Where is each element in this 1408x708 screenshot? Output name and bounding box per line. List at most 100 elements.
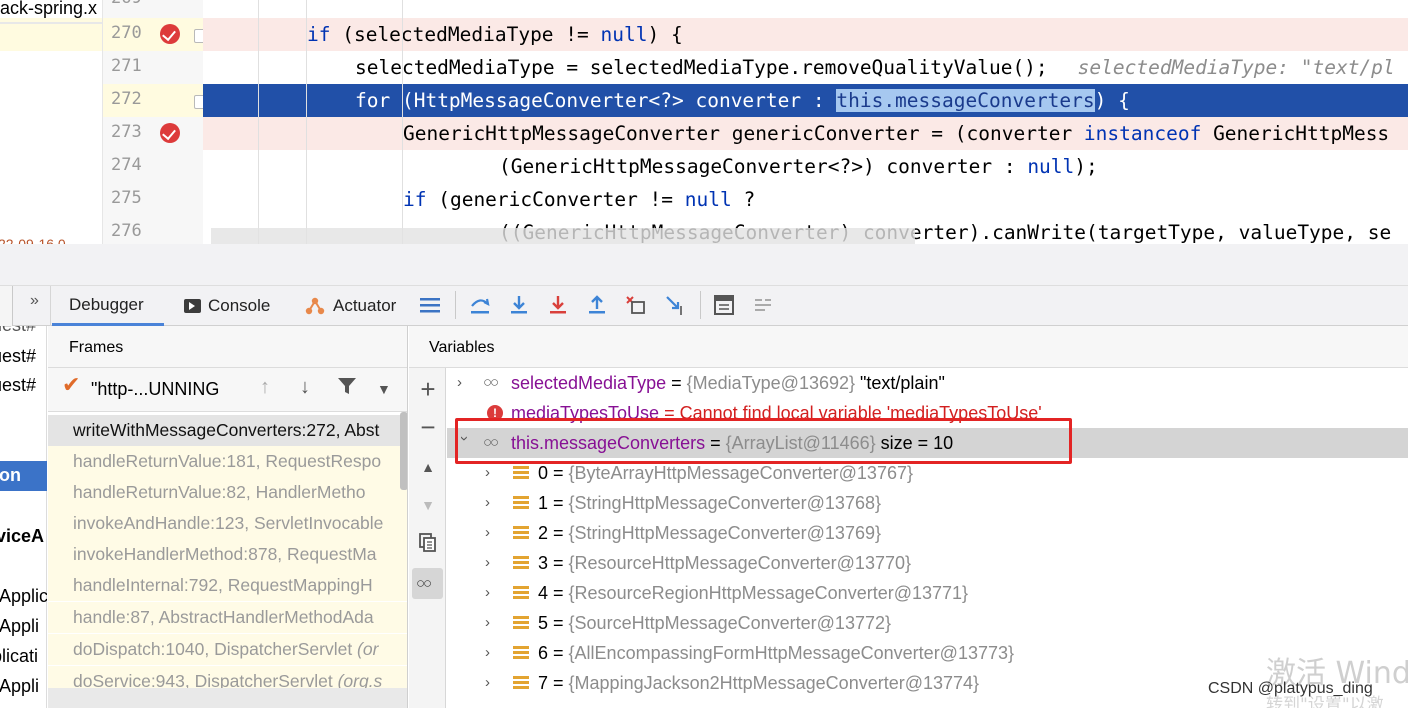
frames-scrollbar[interactable] <box>400 412 407 490</box>
project-item[interactable]: uest# <box>0 326 36 336</box>
run-to-cursor-icon[interactable] <box>664 294 686 316</box>
more-tabs-button[interactable]: » <box>30 292 39 310</box>
frames-horizontal-scrollbar[interactable] <box>48 688 407 708</box>
evaluate-expression-icon[interactable] <box>713 294 735 316</box>
code-line-273[interactable]: GenericHttpMessageConverter genericConve… <box>203 117 1408 150</box>
step-out-icon[interactable] <box>586 294 608 316</box>
project-item[interactable]: plicati <box>0 646 47 667</box>
frame-row[interactable]: handle:87, AbstractHandlerMethodAda <box>48 602 407 633</box>
list-element-row[interactable]: › 4 = {ResourceRegionHttpMessageConverter… <box>447 578 1408 608</box>
list-element-row[interactable]: › 3 = {ResourceHttpMessageConverter@13770… <box>447 548 1408 578</box>
tab-console[interactable]: Console <box>184 286 270 326</box>
chevron-right-icon[interactable]: › <box>485 668 499 698</box>
frame-row[interactable]: invokeAndHandle:123, ServletInvocable <box>48 508 407 539</box>
code-line-275[interactable]: if (genericConverter != null ? <box>203 183 1408 216</box>
force-step-into-icon[interactable] <box>547 294 569 316</box>
element-type: {ByteArrayHttpMessageConverter@13767} <box>568 463 913 483</box>
arrow-up-icon[interactable]: ↑ <box>260 376 270 399</box>
chevron-right-icon[interactable]: › <box>485 608 499 638</box>
keyword: if <box>307 23 331 46</box>
gutter-row: 271 <box>103 51 203 84</box>
drop-frame-icon[interactable] <box>625 294 647 316</box>
gutter-row: 270 <box>103 18 203 51</box>
field-icon <box>513 616 529 631</box>
remove-watch-icon[interactable]: − <box>417 412 439 442</box>
line-number: 275 <box>111 188 142 208</box>
code-line-271[interactable]: selectedMediaType = selectedMediaType.re… <box>203 51 1408 84</box>
variable-row[interactable]: › ○○ selectedMediaType = {MediaType@1369… <box>447 368 1408 398</box>
frames-header: Frames <box>48 326 407 368</box>
line-number: 276 <box>111 221 142 241</box>
frame-row-current[interactable]: writeWithMessageConverters:272, Abst <box>48 415 407 446</box>
toolbar-separator <box>455 291 456 319</box>
chevron-right-icon[interactable]: › <box>457 368 471 398</box>
move-down-icon[interactable]: ▼ <box>417 494 439 516</box>
arrow-down-icon[interactable]: ↓ <box>300 376 310 399</box>
project-item[interactable]: uest# <box>0 375 36 396</box>
field-icon <box>513 556 529 571</box>
project-item[interactable]: Appli <box>0 616 47 637</box>
project-item[interactable]: Applic <box>0 586 47 607</box>
project-item[interactable]: on <box>0 465 21 486</box>
fold-icon[interactable] <box>194 29 203 43</box>
chevron-down-icon[interactable]: ▼ <box>377 381 391 397</box>
frame-row[interactable]: invokeHandlerMethod:878, RequestMa <box>48 539 407 570</box>
check-icon: ✔ <box>62 372 81 397</box>
frame-row[interactable]: handleReturnValue:82, HandlerMetho <box>48 477 407 508</box>
keyword: null <box>1027 155 1075 178</box>
chevron-right-icon[interactable]: › <box>485 548 499 578</box>
code-line-270[interactable]: if (selectedMediaType != null) { <box>203 18 1408 51</box>
variable-eq: = <box>548 463 569 483</box>
element-index: 7 <box>538 673 549 693</box>
project-item[interactable]: uest# <box>0 346 36 367</box>
project-item[interactable]: viceA <box>0 526 44 547</box>
step-into-icon[interactable] <box>508 294 530 316</box>
element-type: {SourceHttpMessageConverter@13772} <box>568 613 891 633</box>
list-element-row[interactable]: › 6 = {AllEncompassingFormHttpMessageConv… <box>447 638 1408 668</box>
fold-icon[interactable] <box>194 95 203 109</box>
element-type: {MappingJackson2HttpMessageConverter@137… <box>568 673 980 693</box>
element-index: 5 <box>538 613 549 633</box>
code-text: (selectedMediaType != <box>330 23 601 46</box>
tab-label: Debugger <box>69 294 144 314</box>
add-watch-icon[interactable]: + <box>417 374 439 404</box>
menu-icon[interactable] <box>419 294 441 316</box>
code-text: GenericHttpMessageConverter genericConve… <box>403 122 1084 145</box>
breakpoint-icon[interactable] <box>160 123 180 143</box>
tab-label: Console <box>208 296 271 315</box>
list-element-row[interactable]: › 1 = {StringHttpMessageConverter@13768} <box>447 488 1408 518</box>
frame-row[interactable]: handleInternal:792, RequestMappingH <box>48 570 407 601</box>
breakpoint-icon[interactable] <box>160 24 180 44</box>
file-tab[interactable]: ack-spring.x <box>0 0 97 19</box>
filter-icon[interactable] <box>337 376 357 402</box>
chevron-right-icon[interactable]: › <box>485 518 499 548</box>
trace-icon[interactable] <box>752 294 774 316</box>
panel-splitter[interactable] <box>0 244 1408 286</box>
editor-horizontal-scrollbar[interactable] <box>211 228 915 244</box>
list-element-row[interactable]: › 2 = {StringHttpMessageConverter@13769} <box>447 518 1408 548</box>
step-over-icon[interactable] <box>469 294 491 316</box>
field-icon <box>513 496 529 511</box>
chevron-right-icon[interactable]: › <box>485 638 499 668</box>
frame-row[interactable]: doDispatch:1040, DispatcherServlet (or <box>48 634 407 665</box>
code-editor[interactable]: if (selectedMediaType != null) { selecte… <box>203 0 1408 244</box>
variables-title: Variables <box>429 339 495 356</box>
list-element-row[interactable]: › 5 = {SourceHttpMessageConverter@13772} <box>447 608 1408 638</box>
gutter-row: 273 <box>103 117 203 150</box>
copy-icon[interactable] <box>417 532 439 554</box>
chevron-right-icon[interactable]: › <box>485 578 499 608</box>
frame-row[interactable]: handleReturnValue:181, RequestRespo <box>48 446 407 477</box>
chevron-right-icon[interactable]: › <box>485 488 499 518</box>
move-up-icon[interactable]: ▲ <box>417 456 439 478</box>
field-icon <box>513 646 529 661</box>
tab-debugger[interactable]: Debugger <box>52 286 164 326</box>
project-item[interactable]: Appli <box>0 676 47 697</box>
code-line-274[interactable]: (GenericHttpMessageConverter<?>) convert… <box>203 150 1408 183</box>
selected-expression[interactable]: this.messageConverters <box>836 89 1095 112</box>
code-line-272-current[interactable]: for (HttpMessageConverter<?> converter :… <box>203 84 1408 117</box>
thread-selector[interactable]: ✔ "http-...UNNING ↑ ↓ ▼ <box>48 368 407 412</box>
tab-actuator[interactable]: Actuator <box>304 286 396 326</box>
element-index: 0 <box>538 463 549 483</box>
thread-label[interactable]: "http-...UNNING <box>91 379 219 400</box>
element-type: {ResourceHttpMessageConverter@13770} <box>568 553 911 573</box>
